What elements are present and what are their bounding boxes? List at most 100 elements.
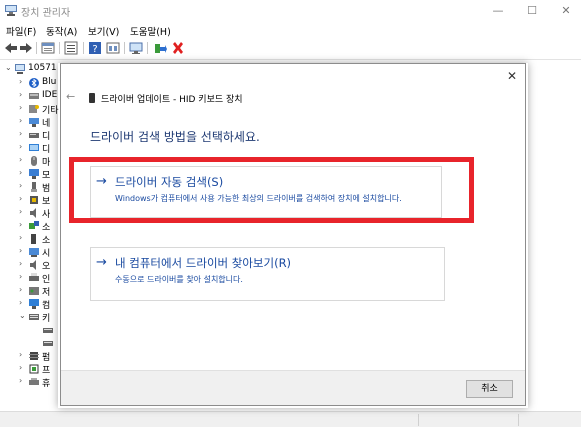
- tree-item-label: 네: [42, 119, 51, 129]
- window-title: 장치 관리자: [21, 8, 71, 19]
- keyboard-device-icon: [89, 93, 95, 103]
- option-title: 내 컴퓨터에서 드라이버 찾아보기(R): [115, 256, 292, 270]
- device-view-icon[interactable]: [106, 41, 120, 55]
- browse-computer-option[interactable]: → 내 컴퓨터에서 드라이버 찾아보기(R) 수동으로 드라이버를 찾아 설치합…: [90, 247, 445, 301]
- chevron-right-icon[interactable]: ›: [19, 376, 27, 385]
- properties-icon[interactable]: [41, 41, 55, 55]
- red-highlight-box: [69, 157, 474, 223]
- chevron-right-icon[interactable]: ›: [19, 168, 27, 177]
- tree-item-label: 키: [42, 314, 51, 324]
- tree-item-label: 컴: [42, 301, 51, 311]
- storage-controller-icon: [29, 287, 39, 295]
- dialog-footer: 취소: [61, 370, 525, 405]
- chevron-right-icon[interactable]: ›: [19, 116, 27, 125]
- tree-item-label: 인: [42, 275, 51, 285]
- list-view-icon[interactable]: [64, 41, 78, 55]
- disk-drive-icon: [29, 133, 39, 138]
- tree-item-label: 디: [42, 132, 51, 142]
- chevron-down-icon[interactable]: ⌄: [19, 311, 27, 320]
- toolbar-separator: [83, 42, 84, 54]
- security-device-icon: [30, 196, 38, 204]
- minimize-button[interactable]: —: [487, 2, 509, 20]
- chevron-right-icon[interactable]: ›: [19, 350, 27, 359]
- menu-file[interactable]: 파일(F): [6, 24, 36, 38]
- display-adapter-icon: [29, 144, 39, 151]
- chevron-right-icon[interactable]: ›: [19, 181, 27, 190]
- chevron-right-icon[interactable]: ›: [19, 142, 27, 151]
- mouse-icon: [31, 156, 37, 166]
- chevron-right-icon[interactable]: ›: [19, 77, 27, 86]
- tree-item-label: 소: [42, 236, 51, 246]
- menu-view[interactable]: 보기(V): [88, 24, 119, 38]
- forward-arrow-icon[interactable]: [19, 41, 33, 55]
- tree-item-label: 범: [42, 184, 51, 194]
- keyboard-icon: [43, 328, 53, 333]
- chevron-right-icon[interactable]: ›: [19, 90, 27, 99]
- back-arrow-icon[interactable]: [4, 41, 18, 55]
- chevron-right-icon[interactable]: ›: [19, 285, 27, 294]
- toolbar-separator: [36, 42, 37, 54]
- dialog-question: 드라이버 검색 방법을 선택하세요.: [90, 130, 260, 144]
- chevron-right-icon[interactable]: ›: [19, 103, 27, 112]
- uninstall-device-icon[interactable]: [171, 41, 185, 55]
- chevron-right-icon[interactable]: ›: [19, 298, 27, 307]
- toolbar: ?: [0, 39, 581, 57]
- svg-text:?: ?: [92, 44, 97, 55]
- tree-item-label: IDE: [42, 90, 58, 100]
- keyboard-icon: [29, 314, 39, 320]
- tree-item-label: 디: [42, 145, 51, 155]
- toolbar-separator: [124, 42, 125, 54]
- monitor-icon[interactable]: [129, 41, 143, 55]
- update-driver-icon[interactable]: [153, 41, 167, 55]
- usb-icon: [31, 182, 37, 192]
- keyboard-icon: [43, 341, 53, 346]
- tree-item-label: Blu: [42, 77, 57, 87]
- arrow-right-icon: →: [96, 255, 107, 270]
- chevron-right-icon[interactable]: ›: [19, 246, 27, 255]
- system-device-icon: [29, 248, 39, 257]
- status-separator: [518, 414, 519, 426]
- tree-item-label: 마: [42, 158, 51, 168]
- speaker-icon: [30, 208, 36, 218]
- status-separator: [418, 414, 419, 426]
- tree-item-label: 보: [42, 197, 51, 207]
- toolbar-separator: [147, 42, 148, 54]
- chevron-right-icon[interactable]: ›: [19, 155, 27, 164]
- bluetooth-icon: [29, 78, 39, 88]
- chevron-right-icon[interactable]: ›: [19, 272, 27, 281]
- menu-action[interactable]: 동작(A): [46, 24, 77, 38]
- chevron-right-icon[interactable]: ›: [19, 207, 27, 216]
- computer-icon: [29, 299, 39, 309]
- tree-root-label: 10571: [28, 63, 57, 73]
- chevron-down-icon[interactable]: ⌄: [5, 63, 13, 72]
- computer-icon: [15, 64, 25, 74]
- chevron-right-icon[interactable]: ›: [19, 233, 27, 242]
- menu-help[interactable]: 도움말(H): [130, 24, 171, 38]
- monitor-icon: [29, 169, 39, 179]
- option-description: 수동으로 드라이버를 찾아 설치합니다.: [115, 275, 243, 284]
- dialog-back-button[interactable]: ←: [66, 90, 75, 103]
- close-button[interactable]: ✕: [555, 2, 577, 20]
- dialog-heading-text: 드라이버 업데이트 - HID 키보드 장치: [101, 95, 243, 105]
- cancel-button[interactable]: 취소: [466, 380, 513, 398]
- dialog-heading: 드라이버 업데이트 - HID 키보드 장치: [89, 92, 243, 105]
- audio-icon: [30, 260, 36, 270]
- chevron-right-icon[interactable]: ›: [19, 220, 27, 229]
- chevron-right-icon[interactable]: ›: [19, 259, 27, 268]
- tree-item-label: 모: [42, 171, 51, 181]
- toolbar-separator: [59, 42, 60, 54]
- help-icon[interactable]: ?: [88, 41, 102, 55]
- tree-item-label: 시: [42, 249, 51, 259]
- chevron-right-icon[interactable]: ›: [19, 363, 27, 372]
- processor-icon: [29, 364, 39, 374]
- chevron-right-icon[interactable]: ›: [19, 129, 27, 138]
- maximize-button[interactable]: ☐: [521, 2, 543, 20]
- portable-device-icon: [29, 378, 39, 385]
- dialog-close-button[interactable]: ✕: [504, 68, 520, 84]
- tree-item-label: 프: [42, 366, 51, 376]
- network-adapter-icon: [29, 118, 39, 127]
- chevron-right-icon[interactable]: ›: [19, 194, 27, 203]
- update-driver-dialog: ✕ ← 드라이버 업데이트 - HID 키보드 장치 드라이버 검색 방법을 선…: [60, 63, 526, 406]
- ide-controller-icon: [29, 93, 39, 99]
- software-component-icon: [29, 221, 39, 229]
